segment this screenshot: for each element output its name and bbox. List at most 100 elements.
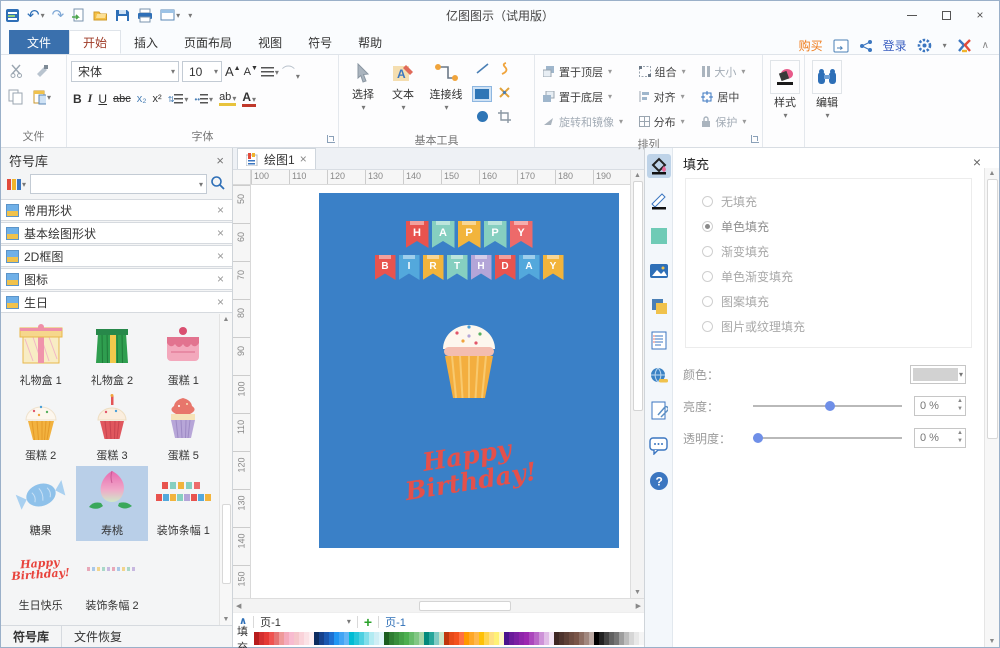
library-category-bar[interactable]: 生日 × [1, 291, 232, 313]
fill-panel-close-icon[interactable]: × [973, 154, 981, 170]
search-icon[interactable] [210, 175, 226, 194]
symbol-banner-2[interactable]: 装饰条幅 2 [76, 541, 147, 616]
export-button[interactable]: ▾ [160, 8, 180, 22]
fill-tool-icon[interactable] [647, 154, 671, 178]
symbol-search-box[interactable]: ▾ [30, 174, 207, 194]
notes-icon[interactable] [647, 329, 671, 353]
symbol-cake-5[interactable]: 蛋糕 5 [148, 391, 219, 466]
line-spacing-button[interactable]: ⇅▾ [168, 94, 189, 104]
open-file-button[interactable] [93, 8, 108, 22]
page-tab-active[interactable]: 页-1 [385, 614, 406, 630]
pennant-flag[interactable]: H [406, 221, 429, 248]
library-close-icon[interactable]: × [217, 226, 224, 240]
banner-birthday[interactable]: BIRTHDAY [319, 255, 619, 280]
format-painter-icon[interactable] [33, 62, 51, 80]
brightness-slider[interactable] [753, 405, 902, 407]
symbol-search-input[interactable] [34, 178, 198, 190]
pennant-flag[interactable]: T [447, 255, 468, 280]
settings-gear-icon[interactable] [917, 38, 932, 53]
freeform-tool-icon[interactable] [498, 86, 511, 102]
radio-icon[interactable] [702, 196, 713, 207]
option-solid-fill[interactable]: 单色填充 [702, 214, 971, 239]
undo-button[interactable]: ↶▾ [27, 8, 45, 23]
cupcake-shape[interactable] [319, 303, 619, 403]
strikethrough-button[interactable]: abc [113, 93, 131, 105]
buy-button[interactable]: 购买 [799, 37, 823, 54]
text-arc-button[interactable]: ⌒▾ [282, 62, 300, 81]
radio-icon[interactable] [702, 321, 713, 332]
undo-caret-icon[interactable]: ▾ [41, 11, 45, 20]
radio-icon[interactable] [702, 221, 713, 232]
canvas-horizontal-scrollbar[interactable]: ◀ ▶ [233, 598, 644, 612]
birthday-card-shape[interactable]: HAPPY BIRTHDAY HappyBirthday! [319, 193, 619, 548]
document-tab[interactable]: 绘图1 × [237, 148, 316, 169]
pennant-flag[interactable]: A [519, 255, 540, 280]
option-pattern-fill[interactable]: 图案填充 [702, 289, 971, 314]
symbol-grid-scrollbar[interactable]: ▲ ▼ [219, 314, 232, 625]
save-button[interactable] [115, 8, 130, 23]
subscript-button[interactable]: x₂ [137, 93, 147, 105]
slider-handle[interactable] [825, 401, 835, 411]
pennant-flag[interactable]: A [432, 221, 455, 248]
library-category-bar[interactable]: 常用形状 × [1, 199, 232, 221]
tab-help[interactable]: 帮助 [345, 30, 395, 54]
text-tool-button[interactable]: A 文本▾ [383, 58, 423, 130]
option-picture-texture-fill[interactable]: 图片或纹理填充 [702, 314, 971, 339]
pennant-flag[interactable]: D [495, 255, 516, 280]
text-highlight-button[interactable]: ab▾ [219, 91, 236, 106]
superscript-button[interactable]: x² [153, 93, 162, 105]
crop-tool-icon[interactable] [498, 110, 511, 126]
connector-tool-button[interactable]: 连接线▾ [423, 58, 469, 130]
line-tool-icon[interactable] [475, 62, 490, 78]
drawing-canvas[interactable]: 100110120130140150160170180190 506070809… [233, 170, 644, 598]
library-picker-icon[interactable]: ▾ [7, 175, 27, 193]
page-sheet[interactable]: HAPPY BIRTHDAY HappyBirthday! [251, 185, 630, 598]
pennant-flag[interactable]: Y [510, 221, 533, 248]
library-category-bar[interactable]: 图标 × [1, 268, 232, 290]
radio-icon[interactable] [702, 296, 713, 307]
copy-icon[interactable] [7, 88, 25, 106]
font-size-combobox[interactable]: 10▾ [182, 61, 222, 82]
group-button[interactable]: 组合▾ [639, 64, 692, 80]
feedback-icon[interactable] [833, 39, 849, 53]
cut-icon[interactable] [7, 62, 25, 80]
font-name-combobox[interactable]: 宋体▾ [71, 61, 179, 82]
color-dropdown[interactable]: ▾ [910, 365, 966, 384]
font-color-button[interactable]: A▾ [242, 90, 256, 107]
font-dialog-launcher[interactable] [327, 135, 335, 143]
arrange-dialog-launcher[interactable] [751, 135, 759, 143]
option-no-fill[interactable]: 无填充 [702, 189, 971, 214]
library-close-icon[interactable]: × [217, 272, 224, 286]
symbol-gift-box-1[interactable]: 礼物盒 1 [5, 316, 76, 391]
symbol-peach[interactable]: 寿桃 [76, 466, 147, 541]
scroll-left-icon[interactable]: ◀ [233, 600, 244, 612]
line-style-icon[interactable] [647, 189, 671, 213]
banner-happy[interactable]: HAPPY [319, 221, 619, 248]
qat-more-button[interactable]: ▾ [187, 11, 192, 20]
scroll-up-icon[interactable]: ▲ [631, 170, 644, 181]
quick-color-icon[interactable] [647, 224, 671, 248]
scroll-down-icon[interactable]: ▼ [631, 587, 644, 598]
symbol-gift-box-2[interactable]: 礼物盒 2 [76, 316, 147, 391]
pennant-flag[interactable]: P [484, 221, 507, 248]
pennant-flag[interactable]: R [423, 255, 444, 280]
radio-icon[interactable] [702, 271, 713, 282]
underline-button[interactable]: U [98, 92, 107, 106]
minimize-button[interactable] [897, 5, 927, 25]
pennant-flag[interactable]: H [471, 255, 492, 280]
center-button[interactable]: 居中 [701, 89, 752, 105]
symbol-cake-1[interactable]: 蛋糕 1 [148, 316, 219, 391]
scroll-right-icon[interactable]: ▶ [633, 600, 644, 612]
tab-page-layout[interactable]: 页面布局 [171, 30, 245, 54]
insert-picture-icon[interactable] [647, 259, 671, 283]
size-button[interactable]: 大小▾ [701, 64, 752, 80]
tab-home[interactable]: 开始 [69, 30, 121, 54]
align-button[interactable]: ▾ [261, 67, 279, 77]
attachment-icon[interactable] [647, 399, 671, 423]
slider-handle[interactable] [753, 433, 763, 443]
symbol-cake-2[interactable]: 蛋糕 2 [5, 391, 76, 466]
pennant-flag[interactable]: P [458, 221, 481, 248]
ellipse-tool-icon[interactable] [476, 110, 489, 126]
page-selector[interactable]: 页-1 [260, 614, 281, 630]
bold-button[interactable]: B [73, 92, 82, 106]
